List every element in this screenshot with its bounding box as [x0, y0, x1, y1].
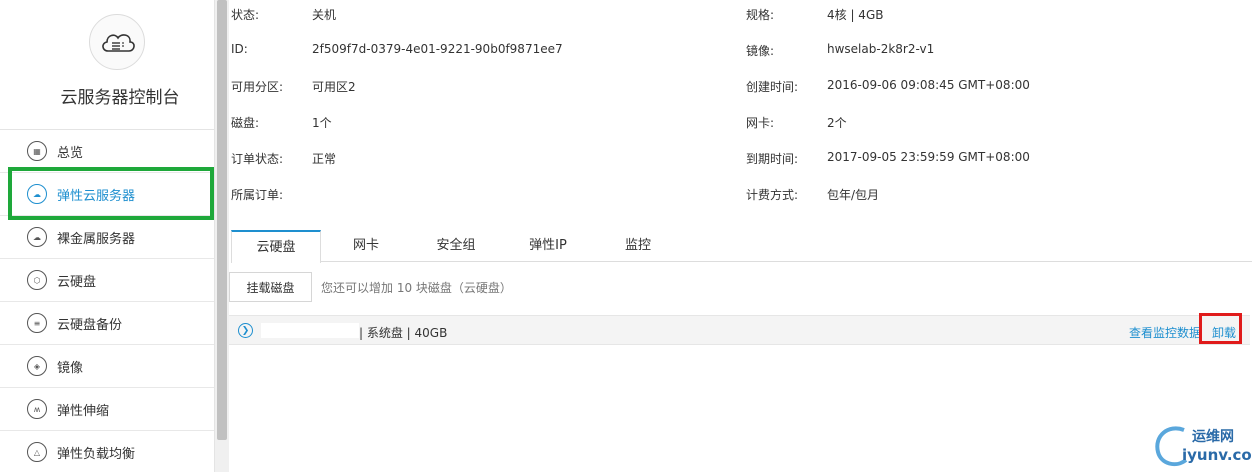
sidebar-item-overview[interactable]: ▦ 总览 [0, 130, 214, 173]
sidebar-item-label: 镜像 [57, 360, 84, 376]
sidebar-item-bare-metal[interactable]: ☁ 裸金属服务器 [0, 216, 214, 259]
flavor-value: 4核 | 4GB [827, 8, 884, 22]
sidebar-nav: ▦ 总览 ☁ 弹性云服务器 ☁ 裸金属服务器 ⬡ 云硬盘 ≡ 云硬盘备份 ◈ 镜… [0, 130, 214, 472]
balance-icon: △ [27, 442, 47, 462]
created-label: 创建时间: [746, 80, 799, 94]
unmount-link[interactable]: 卸载 [1212, 324, 1236, 341]
image-label: 镜像: [746, 44, 775, 58]
expire-label: 到期时间: [746, 152, 799, 166]
sidebar-item-label: 裸金属服务器 [57, 231, 136, 247]
main-content: 状态: 关机 ID: 2f509f7d-0379-4e01-9221-90b0f… [229, 0, 1252, 472]
watermark-line2: iyunv.com [1182, 446, 1252, 464]
sidebar-item-label: 弹性云服务器 [57, 188, 136, 204]
flavor-label: 规格: [746, 8, 775, 22]
sidebar-item-label: 总览 [57, 145, 84, 161]
console-title: 云服务器控制台 [60, 88, 180, 108]
disk-backup-icon: ≡ [27, 313, 47, 333]
redacted-disk-name [261, 323, 359, 338]
image-value: hwselab-2k8r2-v1 [827, 42, 935, 56]
cloud-server-logo-icon [89, 14, 145, 70]
nic-value: 2个 [827, 116, 847, 130]
sidebar-item-autoscaling[interactable]: ʍ 弹性伸缩 [0, 388, 214, 431]
sidebar-item-elb[interactable]: △ 弹性负载均衡 [0, 431, 214, 472]
tab-evs[interactable]: 云硬盘 [231, 230, 321, 263]
sidebar-scrollbar[interactable] [215, 0, 229, 472]
tab-eip[interactable]: 弹性IP [513, 230, 583, 262]
az-label: 可用分区: [231, 80, 284, 94]
watermark-line1: 运维网 [1192, 429, 1234, 445]
sidebar-item-label: 弹性伸缩 [57, 403, 110, 419]
detail-tabs: 云硬盘 网卡 安全组 弹性IP 监控 [231, 230, 1252, 263]
server-cloud-icon: ☁ [27, 227, 47, 247]
sidebar-item-label: 弹性负载均衡 [57, 446, 136, 462]
site-watermark: 运维网 iyunv.com [1150, 420, 1252, 472]
chevron-right-icon[interactable]: ❯ [238, 323, 253, 338]
sidebar-item-evs-backup[interactable]: ≡ 云硬盘备份 [0, 302, 214, 345]
sidebar-item-image[interactable]: ◈ 镜像 [0, 345, 214, 388]
order-status-label: 订单状态: [231, 152, 284, 166]
expire-value: 2017-09-05 23:59:59 GMT+08:00 [827, 150, 1030, 164]
created-value: 2016-09-06 09:08:45 GMT+08:00 [827, 78, 1030, 92]
order-status-value: 正常 [312, 152, 337, 166]
cloud-icon: ☁ [27, 184, 47, 204]
disk-count-value: 1个 [312, 116, 332, 130]
status-label: 状态: [231, 8, 260, 22]
id-label: ID: [231, 42, 248, 56]
cube-icon: ⬡ [27, 270, 47, 290]
view-monitoring-link[interactable]: 查看监控数据 [1129, 324, 1201, 341]
status-value: 关机 [312, 8, 337, 22]
tab-nic[interactable]: 网卡 [331, 230, 401, 262]
sidebar-item-evs[interactable]: ⬡ 云硬盘 [0, 259, 214, 302]
tab-monitoring[interactable]: 监控 [603, 230, 673, 262]
disk-list-row: ❯ | 系统盘 | 40GB 查看监控数据 卸载 [229, 315, 1250, 345]
logo-area: 云服务器控制台 [0, 0, 214, 130]
sidebar: 云服务器控制台 ▦ 总览 ☁ 弹性云服务器 ☁ 裸金属服务器 ⬡ 云硬盘 ≡ 云… [0, 0, 215, 472]
grid-icon: ▦ [27, 141, 47, 161]
nic-label: 网卡: [746, 116, 775, 130]
disk-info: | 系统盘 | 40GB [359, 326, 448, 340]
layers-icon: ◈ [27, 356, 47, 376]
id-value: 2f509f7d-0379-4e01-9221-90b0f9871ee7 [312, 42, 563, 56]
az-value: 可用区2 [312, 80, 356, 94]
disk-quota-hint: 您还可以增加 10 块磁盘（云硬盘） [321, 281, 512, 295]
order-label: 所属订单: [231, 188, 284, 202]
disk-count-label: 磁盘: [231, 116, 260, 130]
billing-value: 包年/包月 [827, 188, 880, 202]
billing-label: 计费方式: [746, 188, 799, 202]
scrollbar-thumb[interactable] [217, 0, 227, 440]
sidebar-item-label: 云硬盘备份 [57, 317, 123, 333]
sidebar-item-label: 云硬盘 [57, 274, 97, 290]
autoscale-icon: ʍ [27, 399, 47, 419]
mount-disk-button[interactable]: 挂载磁盘 [229, 272, 312, 302]
tab-security-group[interactable]: 安全组 [421, 230, 491, 262]
sidebar-item-ecs[interactable]: ☁ 弹性云服务器 [0, 173, 214, 216]
